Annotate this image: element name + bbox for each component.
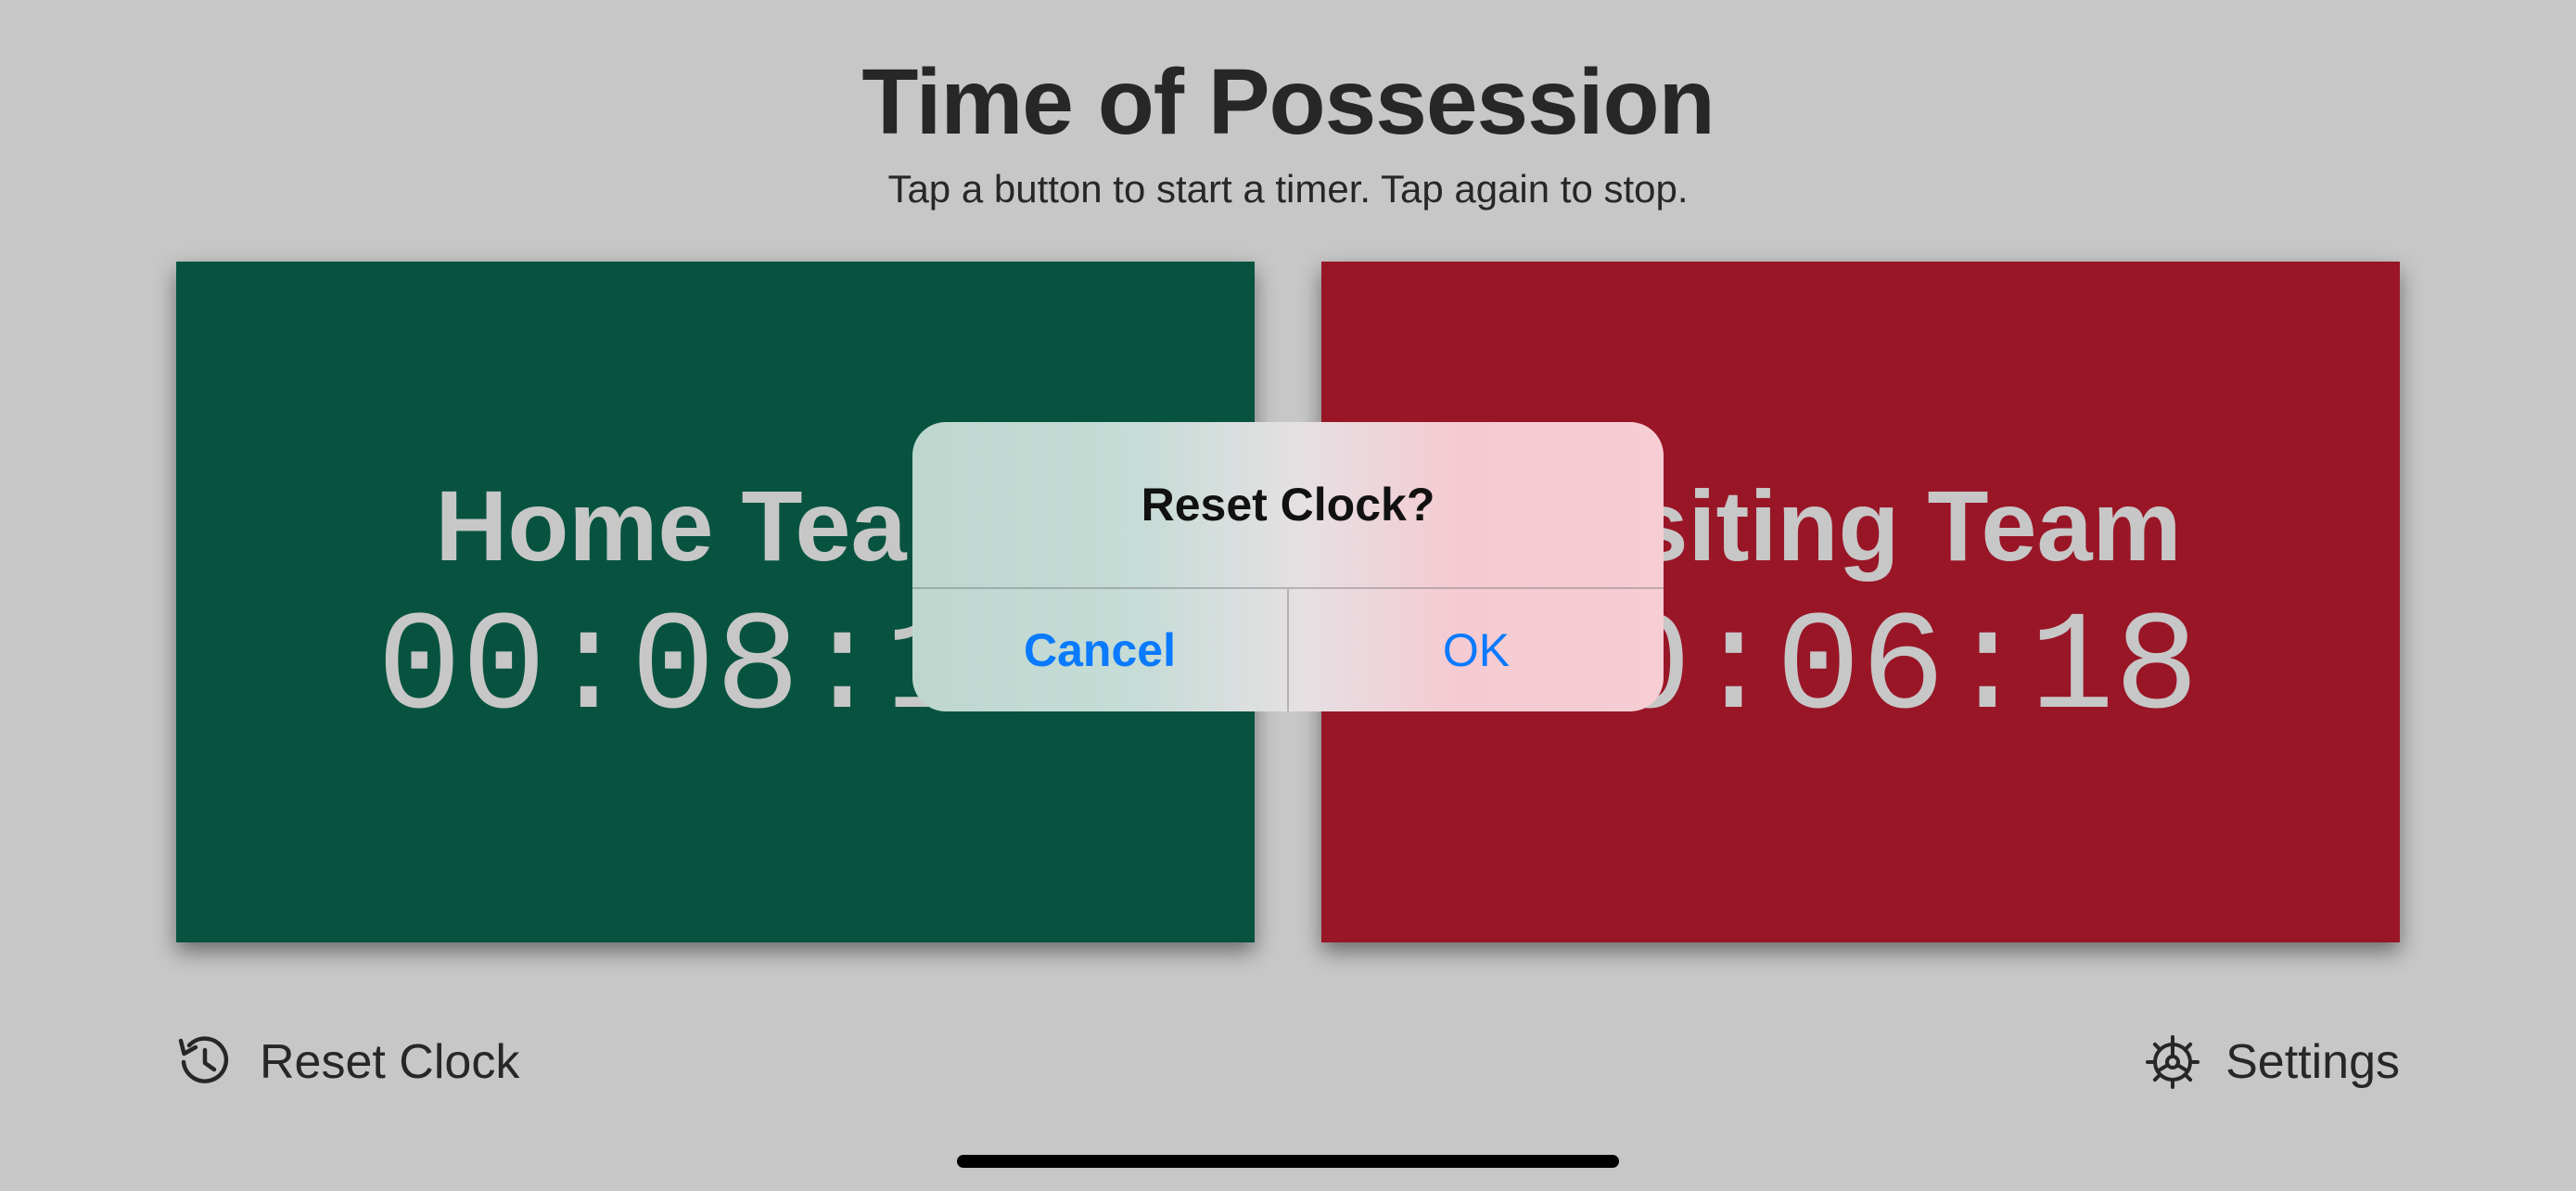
home-indicator[interactable]	[957, 1155, 1619, 1168]
alert-cancel-button[interactable]: Cancel	[912, 589, 1287, 711]
app-screen: Time of Possession Tap a button to start…	[0, 0, 2576, 1191]
alert-ok-button[interactable]: OK	[1289, 589, 1664, 711]
reset-clock-alert: Reset Clock? Cancel OK	[912, 422, 1664, 711]
alert-title: Reset Clock?	[1141, 479, 1435, 531]
